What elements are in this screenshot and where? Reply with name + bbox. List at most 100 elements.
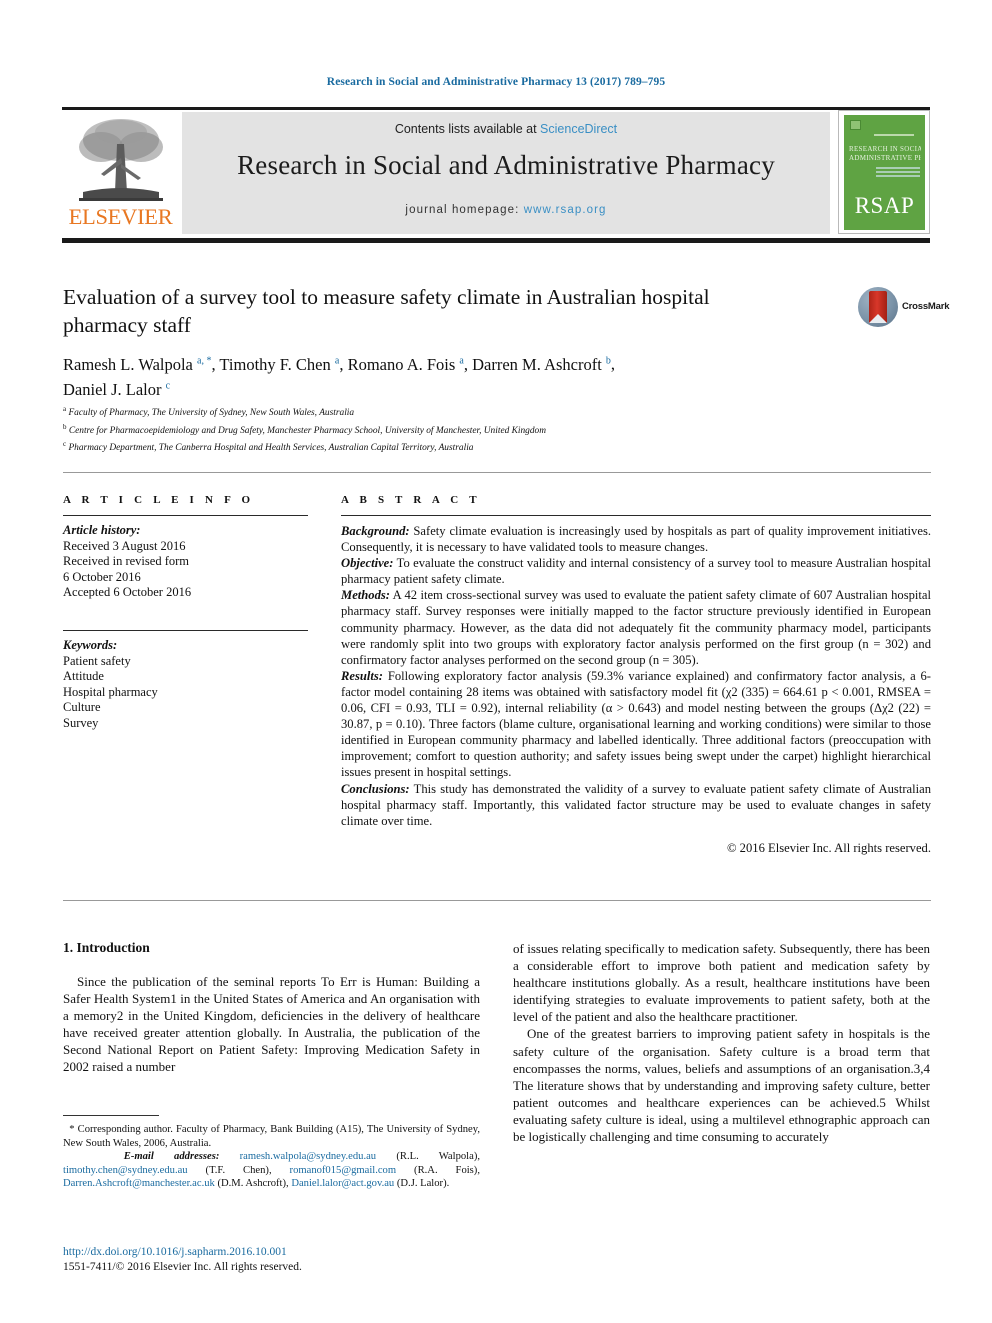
- page-title: Evaluation of a survey tool to measure s…: [63, 285, 710, 337]
- abstract-label-methods: Methods:: [341, 588, 390, 603]
- keyword-item: Survey: [63, 715, 99, 730]
- banner-bottom-rule: [62, 238, 930, 243]
- section-heading-introduction: 1. Introduction: [63, 940, 150, 955]
- corresponding-author-note: * Corresponding author. Faculty of Pharm…: [63, 1123, 480, 1150]
- abstract-copyright: © 2016 Elsevier Inc. All rights reserved…: [726, 840, 931, 855]
- email-link-chen[interactable]: timothy.chen@sydney.edu.au: [63, 1165, 188, 1176]
- email-owner-lalor: (D.J. Lalor).: [394, 1178, 450, 1190]
- abstract-heading-rule: [341, 515, 931, 516]
- history-item-revised-date: 6 October 2016: [63, 569, 141, 584]
- cover-acronym: RSAP: [854, 193, 915, 218]
- email-owner-fois: (R.A. Fois),: [396, 1164, 480, 1176]
- footnote-separator-rule: [63, 1115, 159, 1116]
- crossmark-book-shape: [869, 291, 887, 323]
- abstract-section-background: Background: Safety climate evaluation is…: [341, 523, 931, 555]
- author-5: Daniel J. Lalor c: [63, 380, 171, 399]
- homepage-link[interactable]: www.rsap.org: [524, 204, 607, 216]
- corresponding-author-text: Corresponding author. Faculty of Pharmac…: [63, 1124, 480, 1149]
- abstract-label-objective: Objective:: [341, 556, 394, 571]
- abstract-section-methods: Methods: A 42 item cross-sectional surve…: [341, 587, 931, 667]
- email-link-lalor[interactable]: Daniel.lalor@act.gov.au: [291, 1178, 394, 1189]
- author-1-marks: a, *: [197, 355, 212, 366]
- author-2: , Timothy F. Chen a: [211, 354, 340, 374]
- abstract-bottom-rule: [63, 900, 931, 901]
- crossmark-icon: [858, 287, 898, 327]
- abstract-text-results: Following exploratory factor analysis (5…: [341, 668, 931, 780]
- article-info-heading-rule: [63, 515, 308, 516]
- cover-subtext-lines: [876, 167, 920, 179]
- email-owner-ashcroft: (D.M. Ashcroft),: [214, 1178, 292, 1190]
- intro-paragraph-right-1: of issues relating specifically to medic…: [513, 941, 930, 1025]
- crossmark-label: CrossMark: [902, 301, 950, 312]
- cover-decor-line: [874, 134, 914, 136]
- abstract-text-conclusions: This study has demonstrated the validity…: [341, 781, 931, 828]
- history-item-received: Received 3 August 2016: [63, 538, 186, 553]
- author-1: Ramesh L. Walpola a, *: [63, 354, 212, 374]
- article-info-heading: A R T I C L E I N F O: [63, 494, 255, 506]
- crossmark-badge[interactable]: CrossMark: [858, 287, 950, 327]
- email-addresses-label: E-mail addresses:: [123, 1151, 220, 1163]
- history-item-revised: Received in revised form: [63, 554, 189, 569]
- journal-article-page: Research in Social and Administrative Ph…: [0, 0, 992, 1323]
- affiliation-a-text: Faculty of Pharmacy, The University of S…: [68, 408, 355, 419]
- abstract-section-objective: Objective: To evaluate the construct val…: [341, 555, 931, 587]
- sciencedirect-link[interactable]: ScienceDirect: [540, 122, 617, 136]
- keyword-item: Culture: [63, 700, 101, 715]
- affiliation-a: a Faculty of Pharmacy, The University of…: [63, 403, 863, 421]
- affiliation-b: b Centre for Pharmacoepidemiology and Dr…: [63, 421, 863, 439]
- affiliation-c-mark: c: [63, 440, 67, 449]
- journal-title: Research in Social and Administrative Ph…: [237, 150, 775, 180]
- elsevier-logo: ELSEVIER: [63, 112, 178, 234]
- affiliation-list: a Faculty of Pharmacy, The University of…: [63, 403, 863, 456]
- abstract-heading: A B S T R A C T: [341, 494, 481, 506]
- banner-top-rule: [62, 107, 930, 110]
- running-head: Research in Social and Administrative Ph…: [326, 76, 666, 88]
- keyword-item: Attitude: [63, 669, 104, 684]
- abstract-label-results: Results:: [341, 668, 383, 683]
- article-history-label: Article history:: [63, 523, 141, 537]
- footnote-block: * Corresponding author. Faculty of Pharm…: [63, 1123, 480, 1191]
- affiliation-b-text: Centre for Pharmacoepidemiology and Drug…: [68, 425, 547, 436]
- elsevier-wordmark: ELSEVIER: [68, 204, 173, 229]
- affiliation-b-mark: b: [63, 422, 67, 431]
- crossmark-notch-shape: [869, 314, 887, 323]
- journal-cover-thumbnail: RESEARCH IN SOCIAL & ADMINISTRATIVE PHAR…: [838, 110, 930, 234]
- keywords-label: Keywords:: [63, 637, 118, 652]
- homepage-prefix: journal homepage:: [405, 204, 524, 216]
- abstract-label-background: Background:: [341, 524, 410, 538]
- abstract-column: A B S T R A C T Background: Safety clima…: [341, 494, 931, 856]
- info-section-top-rule: [63, 472, 931, 473]
- intro-paragraph-left: Since the publication of the seminal rep…: [63, 974, 480, 1075]
- intro-paragraph-right-2: One of the greatest barriers to improvin…: [513, 1026, 930, 1145]
- keyword-item: Hospital pharmacy: [63, 684, 158, 699]
- author-3: , Romano A. Fois a: [339, 354, 464, 374]
- doi-link[interactable]: http://dx.doi.org/10.1016/j.sapharm.2016…: [63, 1245, 480, 1260]
- history-item-accepted: Accepted 6 October 2016: [63, 585, 192, 600]
- author-4: , Darren M. Ashcroft b: [463, 354, 611, 374]
- elsevier-tree-icon: [79, 119, 163, 201]
- article-info-column: A R T I C L E I N F O Article history: R…: [63, 494, 308, 732]
- abstract-section-results: Results: Following exploratory factor an…: [341, 668, 931, 781]
- keywords-top-rule: [63, 629, 308, 631]
- author-5-marks: c: [165, 380, 171, 392]
- email-link-fois[interactable]: romanof015@gmail.com: [290, 1165, 397, 1176]
- abstract-label-conclusions: Conclusions:: [341, 781, 410, 796]
- doi-and-issn-block: http://dx.doi.org/10.1016/j.sapharm.2016…: [63, 1245, 480, 1275]
- abstract-text-methods: A 42 item cross-sectional survey was use…: [341, 588, 931, 667]
- keyword-item: Patient safety: [63, 653, 131, 668]
- affiliation-c: c Pharmacy Department, The Canberra Hosp…: [63, 438, 863, 456]
- contents-prefix: Contents lists available at: [394, 122, 541, 136]
- email-link-ashcroft[interactable]: Darren.Ashcroft@manchester.ac.uk: [63, 1178, 215, 1189]
- article-history-block: Article history: Received 3 August 2016 …: [63, 523, 308, 601]
- affiliation-c-text: Pharmacy Department, The Canberra Hospit…: [68, 443, 474, 454]
- abstract-section-conclusions: Conclusions: This study has demonstrated…: [341, 781, 931, 829]
- journal-cover-art: RESEARCH IN SOCIAL & ADMINISTRATIVE PHAR…: [844, 115, 925, 230]
- author-4-marks: b: [605, 355, 611, 366]
- email-owner-chen: (T.F. Chen),: [187, 1164, 290, 1176]
- cover-title-line2: ADMINISTRATIVE PHARMACY: [849, 154, 921, 162]
- body-left-column: 1. Introduction Since the publication of…: [63, 940, 480, 1076]
- body-right-column: of issues relating specifically to medic…: [513, 940, 930, 1145]
- email-link-walpola[interactable]: ramesh.walpola@sydney.edu.au: [240, 1151, 376, 1162]
- contents-line: Contents lists available at ScienceDirec…: [182, 122, 830, 136]
